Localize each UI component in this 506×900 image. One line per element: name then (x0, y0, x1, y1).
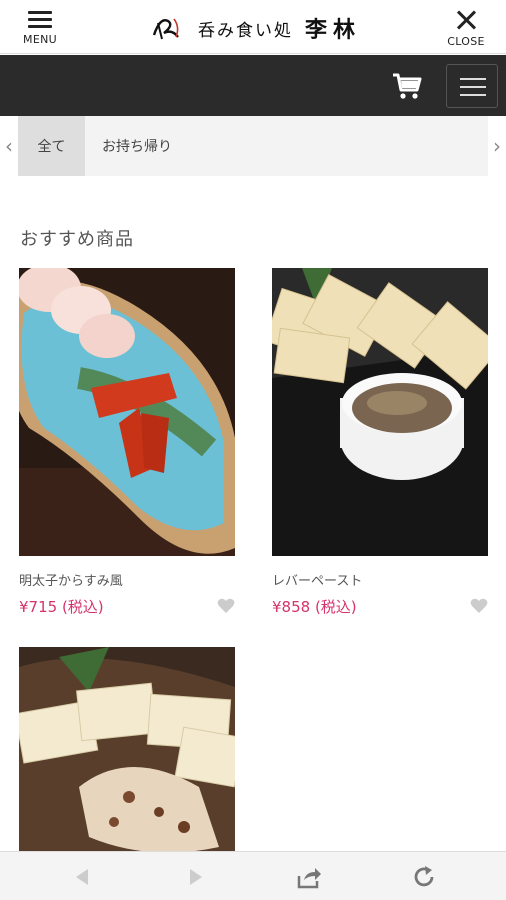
product-image[interactable] (14, 647, 244, 900)
menu-label: MENU (23, 33, 57, 46)
product-card[interactable]: レバーペースト ¥858 (税込) (264, 268, 502, 616)
logo-subtitle: 呑み食い処 (198, 20, 293, 41)
logo-name: 李林 (305, 17, 362, 43)
product-image[interactable] (6, 264, 235, 556)
product-card[interactable] (14, 647, 244, 900)
tab-all[interactable]: 全て (18, 116, 85, 176)
logo-mark-icon (152, 18, 179, 40)
close-button[interactable]: CLOSE (442, 9, 490, 48)
product-card[interactable]: 明太子からすみ風 ¥715 (税込) (6, 264, 235, 616)
toolbar (0, 55, 506, 116)
tab-takeout[interactable]: お持ち帰り (102, 116, 172, 176)
product-name[interactable]: レバーペースト (272, 570, 488, 589)
product-price: ¥858 (税込) (272, 598, 357, 616)
menu-icon (28, 9, 52, 29)
section-title: おすすめ商品 (20, 229, 134, 250)
chevron-right-icon[interactable]: › (488, 116, 506, 176)
close-label: CLOSE (447, 35, 485, 48)
reload-icon[interactable] (411, 864, 437, 890)
share-icon[interactable] (296, 864, 322, 890)
hamburger-icon[interactable] (446, 64, 498, 108)
site-header: MENU 呑み食い処 李林 CLOSE (0, 0, 506, 54)
product-name[interactable]: 明太子からすみ風 (19, 570, 235, 589)
chevron-left-icon[interactable]: ‹ (0, 116, 18, 176)
cart-icon[interactable] (392, 71, 422, 101)
heart-icon[interactable] (217, 598, 235, 614)
site-logo[interactable]: 呑み食い処 李林 (150, 12, 361, 44)
forward-icon[interactable] (182, 864, 208, 890)
heart-icon[interactable] (470, 598, 488, 614)
category-tabs: ‹ 全て お持ち帰り › (0, 116, 506, 176)
close-icon (455, 9, 477, 31)
product-price: ¥715 (税込) (19, 598, 104, 616)
browser-toolbar (0, 851, 506, 900)
product-image[interactable] (264, 268, 502, 556)
menu-button[interactable]: MENU (18, 9, 62, 46)
back-icon[interactable] (70, 864, 96, 890)
